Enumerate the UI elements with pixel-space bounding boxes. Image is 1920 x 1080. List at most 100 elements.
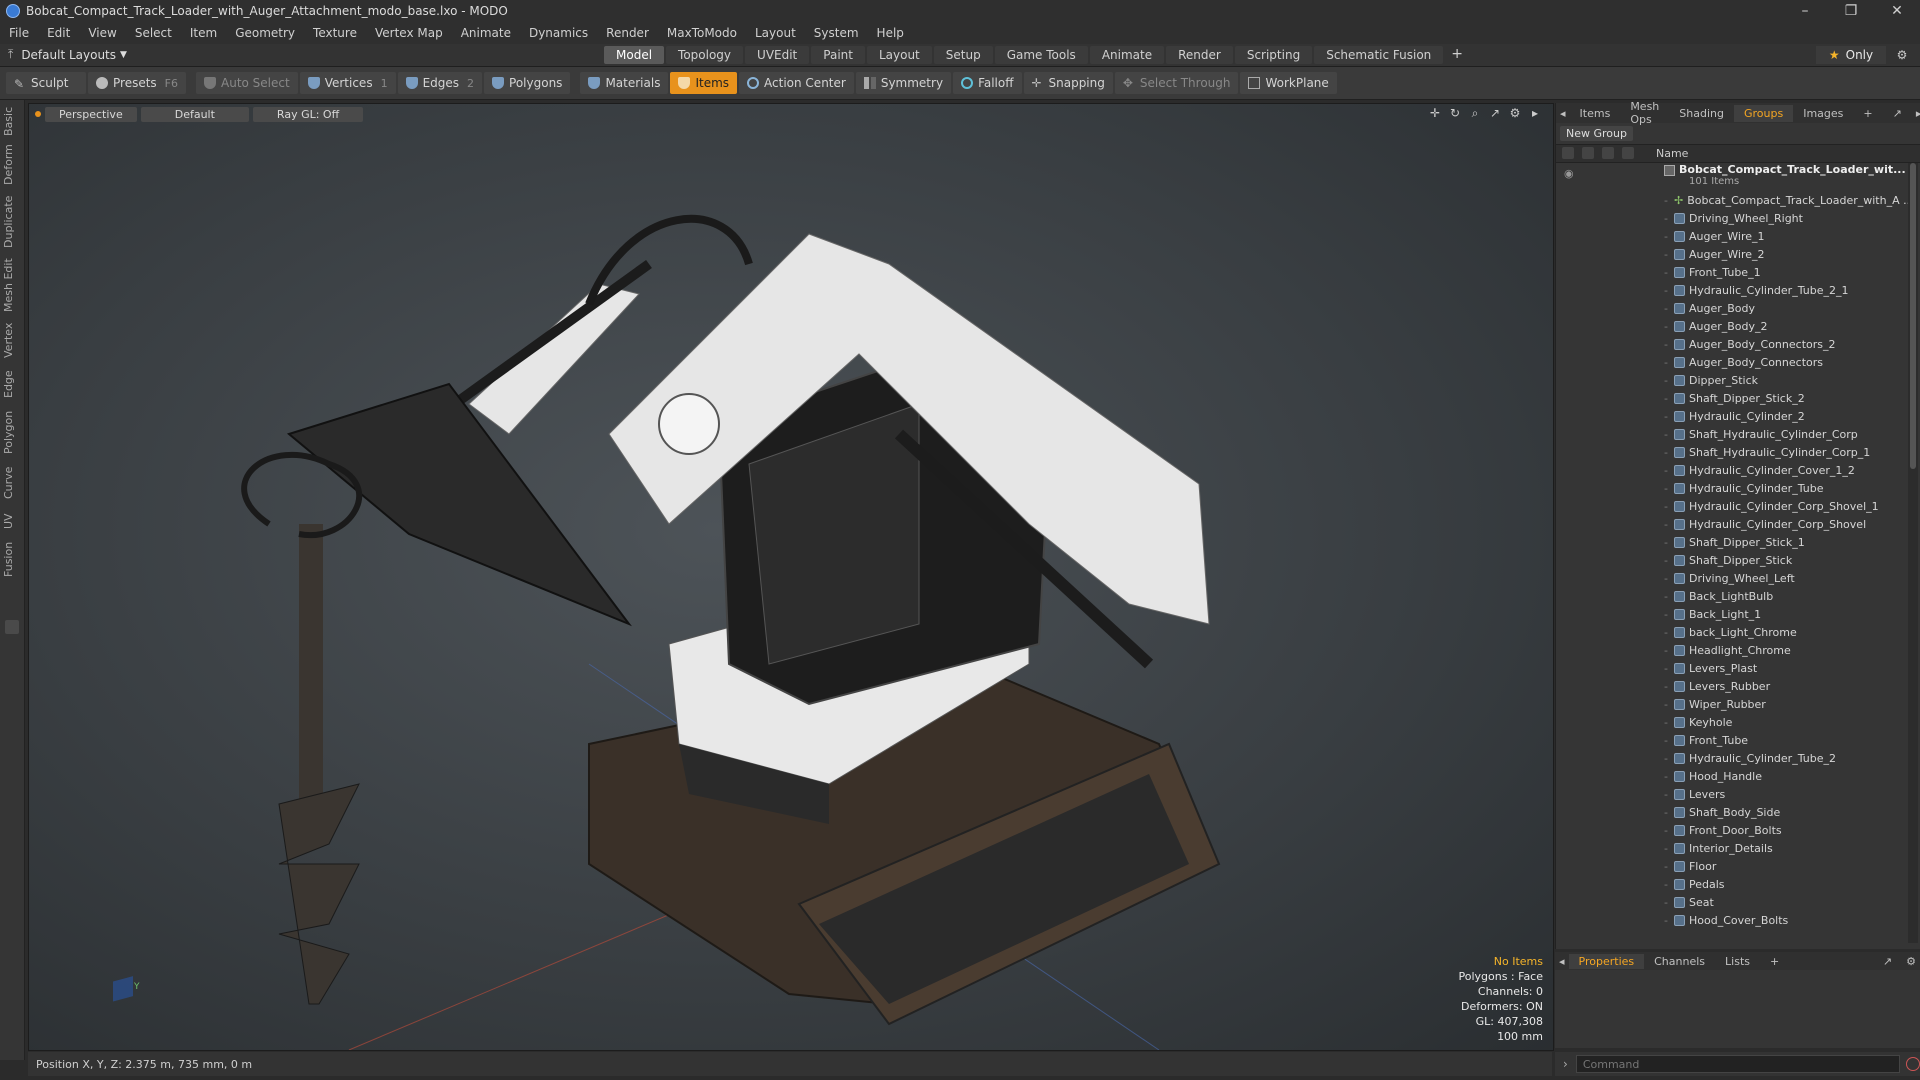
tab-properties[interactable]: Properties (1568, 953, 1645, 969)
viewport-gear-icon[interactable]: ⚙ (1505, 106, 1525, 122)
menu-edit[interactable]: Edit (38, 26, 79, 40)
list-item[interactable]: - Front_Tube_1 (1556, 263, 1908, 281)
list-item[interactable]: - Back_Light_1 (1556, 605, 1908, 623)
list-item[interactable]: - Interior_Details (1556, 839, 1908, 857)
render-column-icon[interactable] (1582, 147, 1594, 159)
menu-select[interactable]: Select (126, 26, 181, 40)
view-perspective-button[interactable]: Perspective (45, 106, 137, 122)
scrollbar-thumb[interactable] (1910, 163, 1916, 469)
lock-column-icon[interactable] (1602, 147, 1614, 159)
raygl-button[interactable]: Ray GL: Off (252, 106, 364, 122)
items-button[interactable]: Items (670, 72, 738, 94)
panel-arrow-icon[interactable]: ◂ (1556, 105, 1570, 122)
pan-icon[interactable]: ✛ (1425, 106, 1445, 122)
list-item[interactable]: - Floor (1556, 857, 1908, 875)
fit-icon[interactable]: ↗ (1485, 106, 1505, 122)
expand-properties-icon[interactable]: ↗ (1873, 954, 1902, 969)
tab-groups[interactable]: Groups (1733, 104, 1794, 122)
menu-layout[interactable]: Layout (746, 26, 805, 40)
list-item[interactable]: - Hydraulic_Cylinder_Corp_Shovel_1 (1556, 497, 1908, 515)
presets-button[interactable]: Presets F6 (88, 72, 186, 94)
list-item[interactable]: - Auger_Wire_2 (1556, 245, 1908, 263)
list-item[interactable]: - Hydraulic_Cylinder_Tube_2_1 (1556, 281, 1908, 299)
left-tab-fusion[interactable]: Fusion (2, 540, 22, 578)
gear-icon[interactable]: ⚙ (1892, 46, 1912, 64)
tab-uvedit[interactable]: UVEdit (745, 46, 810, 64)
viewport-menu-arrow-icon[interactable]: ▸ (1525, 106, 1545, 122)
menu-texture[interactable]: Texture (304, 26, 366, 40)
left-tab-polygon[interactable]: Polygon (2, 408, 22, 456)
list-item[interactable]: - Shaft_Hydraulic_Cylinder_Corp (1556, 425, 1908, 443)
rotate-icon[interactable]: ↻ (1445, 106, 1465, 122)
list-item[interactable]: - Auger_Body_2 (1556, 317, 1908, 335)
menu-dynamics[interactable]: Dynamics (520, 26, 597, 40)
vertices-button[interactable]: Vertices 1 (299, 72, 396, 94)
add-panel-tab-icon[interactable]: + (1853, 105, 1882, 122)
strip-toggle-icon[interactable] (5, 620, 19, 634)
list-item[interactable]: - Front_Tube (1556, 731, 1908, 749)
left-tab-edge[interactable]: Edge (2, 368, 22, 400)
tab-images[interactable]: Images (1793, 105, 1853, 122)
left-tab-deform[interactable]: Deform (2, 144, 22, 186)
list-item[interactable]: - Auger_Body_Connectors_2 (1556, 335, 1908, 353)
properties-gear-icon[interactable]: ⚙ (1902, 954, 1920, 969)
menu-maxtomodo[interactable]: MaxToModo (658, 26, 746, 40)
action-center-button[interactable]: Action Center (739, 72, 854, 94)
viewport-menu-dot-icon[interactable] (35, 111, 41, 117)
menu-help[interactable]: Help (868, 26, 913, 40)
view-style-button[interactable]: Default (140, 106, 249, 122)
list-item[interactable]: - Levers_Rubber (1556, 677, 1908, 695)
list-item[interactable]: - Hood_Cover_Bolts (1556, 911, 1908, 929)
tab-items[interactable]: Items (1570, 105, 1621, 122)
tab-shading[interactable]: Shading (1669, 105, 1734, 122)
menu-system[interactable]: System (805, 26, 868, 40)
command-history-icon[interactable] (1906, 1057, 1920, 1071)
list-item[interactable]: - Wiper_Rubber (1556, 695, 1908, 713)
left-tab-basic[interactable]: Basic (2, 106, 22, 136)
add-properties-tab-icon[interactable]: + (1760, 954, 1789, 969)
list-item[interactable]: - back_Light_Chrome (1556, 623, 1908, 641)
list-item[interactable]: - Front_Door_Bolts (1556, 821, 1908, 839)
menu-vertex-map[interactable]: Vertex Map (366, 26, 452, 40)
restore-icon[interactable]: ❐ (1828, 0, 1874, 22)
tab-channels[interactable]: Channels (1644, 954, 1715, 969)
left-tab-vertex[interactable]: Vertex (2, 320, 22, 360)
list-item[interactable]: - Shaft_Body_Side (1556, 803, 1908, 821)
workplane-button[interactable]: WorkPlane (1240, 72, 1337, 94)
list-item[interactable]: - Levers_Plast (1556, 659, 1908, 677)
minimize-icon[interactable]: – (1782, 0, 1828, 22)
list-item[interactable]: - Driving_Wheel_Left (1556, 569, 1908, 587)
only-button[interactable]: ★ Only (1816, 46, 1886, 64)
list-item[interactable]: - Auger_Body_Connectors (1556, 353, 1908, 371)
list-item[interactable]: - Hydraulic_Cylinder_Tube_2 (1556, 749, 1908, 767)
list-item[interactable]: - Levers (1556, 785, 1908, 803)
sculpt-button[interactable]: ✎ Sculpt (6, 72, 86, 94)
tab-model[interactable]: Model (604, 46, 665, 64)
tab-animate[interactable]: Animate (1089, 46, 1165, 64)
add-tab-icon[interactable]: + (1445, 46, 1469, 64)
auto-select-button[interactable]: Auto Select (196, 72, 298, 94)
list-item[interactable]: - ✢ Bobcat_Compact_Track_Loader_with_A ... (1556, 191, 1908, 209)
list-item[interactable]: - Shaft_Dipper_Stick_1 (1556, 533, 1908, 551)
tab-layout[interactable]: Layout (866, 46, 932, 64)
list-item[interactable]: - Shaft_Dipper_Stick (1556, 551, 1908, 569)
list-item[interactable]: - Shaft_Dipper_Stick_2 (1556, 389, 1908, 407)
menu-view[interactable]: View (79, 26, 125, 40)
tab-scripting[interactable]: Scripting (1234, 46, 1313, 64)
materials-button[interactable]: Materials (580, 72, 669, 94)
list-item[interactable]: - Back_LightBulb (1556, 587, 1908, 605)
list-item[interactable]: - Auger_Wire_1 (1556, 227, 1908, 245)
list-item[interactable]: - Pedals (1556, 875, 1908, 893)
left-tab-mesh-edit[interactable]: Mesh Edit (2, 258, 22, 312)
menu-item[interactable]: Item (181, 26, 226, 40)
name-column-label[interactable]: Name (1656, 147, 1688, 160)
list-item[interactable]: - Hydraulic_Cylinder_2 (1556, 407, 1908, 425)
list-item[interactable]: - Auger_Body (1556, 299, 1908, 317)
list-item[interactable]: - Dipper_Stick (1556, 371, 1908, 389)
default-layouts-dropdown[interactable]: ⤒ Default Layouts ▼ (8, 47, 127, 62)
tab-topology[interactable]: Topology (666, 46, 744, 64)
tab-render[interactable]: Render (1166, 46, 1233, 64)
list-item[interactable]: - Hydraulic_Cylinder_Corp_Shovel (1556, 515, 1908, 533)
tab-setup[interactable]: Setup (933, 46, 993, 64)
properties-arrow-icon[interactable]: ◂ (1555, 954, 1569, 969)
